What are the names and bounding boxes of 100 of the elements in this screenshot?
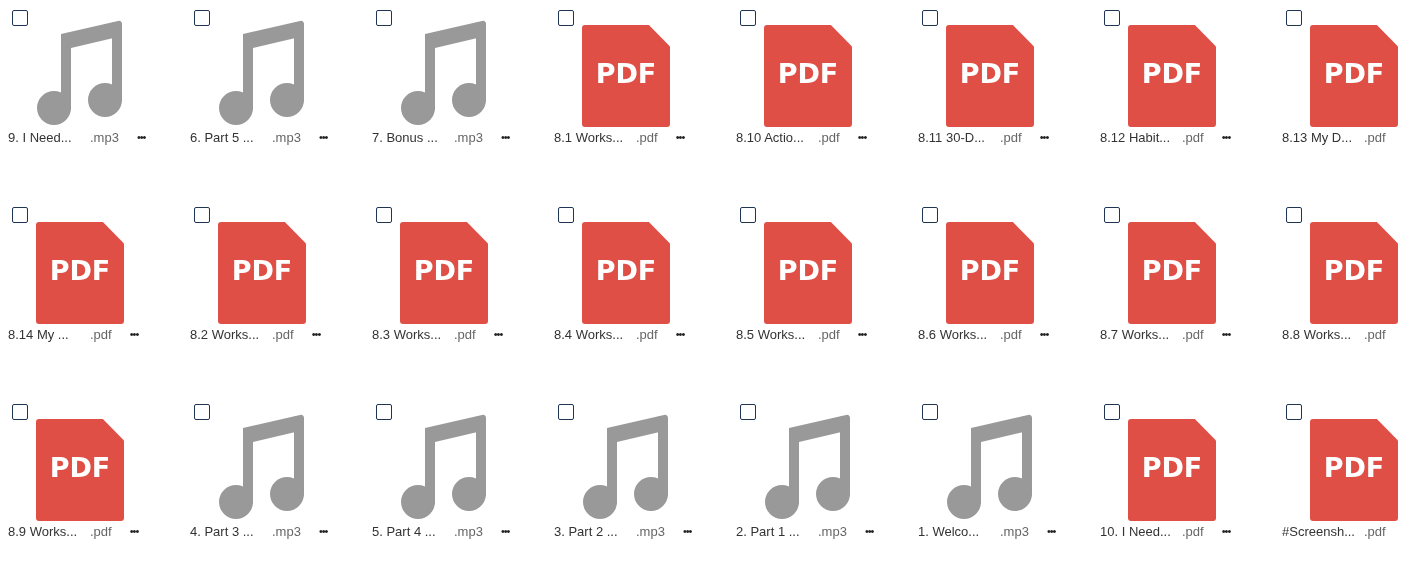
file-name: 3. Part 2 ... <box>554 523 619 539</box>
more-options-button[interactable]: ••• <box>671 328 689 340</box>
music-note-icon <box>946 414 1034 522</box>
file-name: 8.11 30-D... <box>918 129 986 145</box>
file-name: #Screensh... <box>1282 523 1356 539</box>
checkbox[interactable] <box>12 207 28 223</box>
more-options-button[interactable]: ••• <box>1217 525 1235 537</box>
file-extension: .pdf <box>1000 129 1022 145</box>
checkbox[interactable] <box>558 404 574 420</box>
file-extension: .pdf <box>818 326 840 342</box>
file-extension: .pdf <box>454 326 476 342</box>
more-options-button[interactable]: ••• <box>1042 525 1060 537</box>
pdf-file-icon: PDF <box>1310 419 1398 521</box>
file-extension: .pdf <box>636 129 658 145</box>
file-name: 4. Part 3 ... <box>190 523 255 539</box>
pdf-file-icon: PDF <box>218 222 306 324</box>
checkbox[interactable] <box>740 404 756 420</box>
pdf-file-icon: PDF <box>764 25 852 127</box>
file-name: 5. Part 4 ... <box>372 523 437 539</box>
pdf-file-icon: PDF <box>400 222 488 324</box>
checkbox[interactable] <box>558 10 574 26</box>
file-name: 7. Bonus ... <box>372 129 439 145</box>
more-options-button[interactable]: ••• <box>314 525 332 537</box>
pdf-file-icon: PDF <box>36 419 124 521</box>
more-options-button[interactable]: ••• <box>860 525 878 537</box>
file-extension: .pdf <box>1182 523 1204 539</box>
more-options-button[interactable]: ••• <box>132 131 150 143</box>
checkbox[interactable] <box>1104 10 1120 26</box>
checkbox[interactable] <box>194 404 210 420</box>
music-note-icon <box>764 414 852 522</box>
file-extension: .pdf <box>818 129 840 145</box>
file-name: 8.14 My ... <box>8 326 70 342</box>
file-name: 10. I Need... <box>1100 523 1172 539</box>
checkbox[interactable] <box>194 10 210 26</box>
file-extension: .mp3 <box>272 129 301 145</box>
file-name: 6. Part 5 ... <box>190 129 255 145</box>
file-extension: .pdf <box>1000 326 1022 342</box>
file-name: 8.12 Habit... <box>1100 129 1172 145</box>
file-extension: .mp3 <box>90 129 119 145</box>
more-options-button[interactable]: ••• <box>314 131 332 143</box>
file-name: 8.6 Works... <box>918 326 989 342</box>
checkbox[interactable] <box>12 10 28 26</box>
more-options-button[interactable]: ••• <box>678 525 696 537</box>
checkbox[interactable] <box>740 10 756 26</box>
checkbox[interactable] <box>1104 404 1120 420</box>
more-options-button[interactable]: ••• <box>307 328 325 340</box>
pdf-file-icon: PDF <box>1128 419 1216 521</box>
pdf-file-icon: PDF <box>946 222 1034 324</box>
file-extension: .mp3 <box>818 523 847 539</box>
more-options-button[interactable]: ••• <box>671 131 689 143</box>
file-extension: .mp3 <box>636 523 665 539</box>
checkbox[interactable] <box>740 207 756 223</box>
more-options-button[interactable]: ••• <box>125 525 143 537</box>
checkbox[interactable] <box>376 207 392 223</box>
file-name: 9. I Need... <box>8 129 73 145</box>
more-options-button[interactable]: ••• <box>853 328 871 340</box>
more-options-button[interactable]: ••• <box>125 328 143 340</box>
file-extension: .pdf <box>1182 129 1204 145</box>
file-name: 8.2 Works... <box>190 326 261 342</box>
file-name: 1. Welco... <box>918 523 981 539</box>
more-options-button[interactable]: ••• <box>496 131 514 143</box>
checkbox[interactable] <box>1286 10 1302 26</box>
file-extension: .pdf <box>636 326 658 342</box>
file-name: 8.5 Works... <box>736 326 807 342</box>
file-name: 2. Part 1 ... <box>736 523 801 539</box>
file-name: 8.1 Works... <box>554 129 625 145</box>
file-extension: .pdf <box>1182 326 1204 342</box>
checkbox[interactable] <box>1104 207 1120 223</box>
more-options-button[interactable]: ••• <box>489 328 507 340</box>
music-note-icon <box>400 414 488 522</box>
pdf-file-icon: PDF <box>1128 25 1216 127</box>
checkbox[interactable] <box>194 207 210 223</box>
file-extension: .mp3 <box>454 129 483 145</box>
pdf-file-icon: PDF <box>1310 25 1398 127</box>
checkbox[interactable] <box>558 207 574 223</box>
checkbox[interactable] <box>922 404 938 420</box>
pdf-file-icon: PDF <box>36 222 124 324</box>
checkbox[interactable] <box>376 10 392 26</box>
more-options-button[interactable]: ••• <box>1217 328 1235 340</box>
music-note-icon <box>36 20 124 128</box>
checkbox[interactable] <box>12 404 28 420</box>
checkbox[interactable] <box>1286 404 1302 420</box>
music-note-icon <box>400 20 488 128</box>
checkbox[interactable] <box>376 404 392 420</box>
more-options-button[interactable]: ••• <box>496 525 514 537</box>
more-options-button[interactable]: ••• <box>1035 131 1053 143</box>
more-options-button[interactable]: ••• <box>1217 131 1235 143</box>
file-name: 8.3 Works... <box>372 326 443 342</box>
pdf-file-icon: PDF <box>1310 222 1398 324</box>
file-name: 8.10 Actio... <box>736 129 805 145</box>
more-options-button[interactable]: ••• <box>1035 328 1053 340</box>
file-name: 8.13 My D... <box>1282 129 1354 145</box>
checkbox[interactable] <box>1286 207 1302 223</box>
more-options-button[interactable]: ••• <box>853 131 871 143</box>
file-extension: .mp3 <box>1000 523 1029 539</box>
checkbox[interactable] <box>922 207 938 223</box>
music-note-icon <box>218 414 306 522</box>
music-note-icon <box>582 414 670 522</box>
pdf-file-icon: PDF <box>582 25 670 127</box>
checkbox[interactable] <box>922 10 938 26</box>
